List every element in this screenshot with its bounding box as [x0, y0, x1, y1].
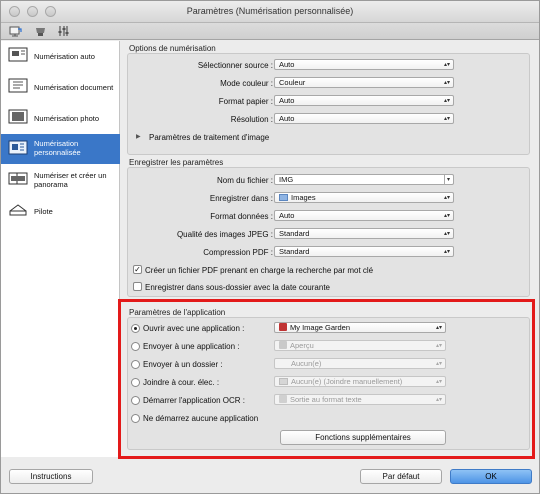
- sidebar-item-driver[interactable]: Pilote: [1, 196, 120, 227]
- select-arrows-icon: ▴▾: [443, 80, 450, 86]
- resolution-value: Auto: [279, 114, 295, 123]
- select-arrows-icon: ▴▾: [443, 249, 450, 255]
- select-arrows-icon: ▴▾: [443, 213, 450, 219]
- select-arrows-icon: ▴▾: [443, 116, 450, 122]
- select-arrows-icon: ▴▾: [443, 62, 450, 68]
- searchable-pdf-label: Créer un fichier PDF prenant en charge l…: [145, 266, 374, 275]
- source-value: Auto: [279, 60, 295, 69]
- sidebar-item-panorama-scan[interactable]: Numériser et créer un panorama: [1, 165, 120, 196]
- date-subfolder-label: Enregistrer dans sous-dossier avec la da…: [145, 283, 330, 292]
- defaults-button[interactable]: Par défaut: [360, 469, 442, 484]
- filename-value: IMG: [279, 175, 294, 184]
- auto-scan-icon: [8, 47, 28, 62]
- select-arrows-icon: ▴▾: [443, 98, 450, 104]
- data-format-label: Format données :: [210, 212, 273, 221]
- custom-scan-icon: [8, 140, 28, 155]
- settings-window: Paramètres (Numérisation personnalisée): [0, 0, 540, 494]
- instructions-button[interactable]: Instructions: [9, 469, 93, 484]
- save-in-value: Images: [291, 193, 316, 202]
- title-bar: Paramètres (Numérisation personnalisée): [1, 1, 539, 23]
- source-select[interactable]: Auto ▴▾: [274, 59, 454, 70]
- sidebar-item-label: Numérisation document: [34, 83, 114, 92]
- toolbar: [1, 23, 539, 40]
- color-mode-label: Mode couleur :: [220, 79, 273, 88]
- image-processing-toggle[interactable]: Paramètres de traitement d'image: [149, 133, 269, 142]
- source-label: Sélectionner source :: [197, 61, 273, 70]
- ok-button[interactable]: OK: [450, 469, 532, 484]
- panorama-scan-icon: [8, 172, 28, 185]
- pdf-compression-select[interactable]: Standard ▴▾: [274, 246, 454, 257]
- disclosure-triangle-icon[interactable]: ▶: [136, 133, 141, 140]
- resolution-select[interactable]: Auto ▴▾: [274, 113, 454, 124]
- scan-from-computer-icon[interactable]: [9, 25, 22, 37]
- sidebar-item-label: Numérisation auto: [34, 52, 95, 61]
- color-mode-value: Couleur: [279, 78, 306, 87]
- color-mode-select[interactable]: Couleur ▴▾: [274, 77, 454, 88]
- select-arrows-icon: ▴▾: [443, 231, 450, 237]
- scan-options-title: Options de numérisation: [129, 44, 216, 53]
- document-scan-icon: [8, 78, 28, 93]
- button-bar: Instructions Par défaut OK: [1, 459, 539, 493]
- data-format-select[interactable]: Auto ▴▾: [274, 210, 454, 221]
- scan-from-panel-icon[interactable]: [34, 25, 47, 37]
- sidebar-item-custom-scan[interactable]: Numérisation personnalisée: [1, 134, 120, 164]
- scan-type-sidebar: Numérisation auto Numérisation document …: [1, 41, 120, 457]
- sidebar-item-label: Pilote: [34, 207, 53, 216]
- select-arrows-icon: ▴▾: [443, 195, 450, 201]
- paper-size-value: Auto: [279, 96, 295, 105]
- filename-label: Nom du fichier :: [216, 176, 273, 185]
- sidebar-item-document-scan[interactable]: Numérisation document: [1, 72, 120, 103]
- sidebar-item-auto-scan[interactable]: Numérisation auto: [1, 41, 120, 72]
- paper-size-label: Format papier :: [218, 97, 273, 106]
- sidebar-item-label: Numériser et créer un panorama: [34, 171, 107, 189]
- chevron-down-icon[interactable]: ▾: [443, 175, 450, 185]
- sidebar-item-label: Numérisation personnalisée: [34, 139, 81, 157]
- resolution-label: Résolution :: [230, 115, 273, 124]
- date-subfolder-checkbox[interactable]: [133, 282, 142, 291]
- save-in-label: Enregistrer dans :: [209, 194, 273, 203]
- folder-icon: [279, 194, 288, 201]
- window-title: Paramètres (Numérisation personnalisée): [186, 6, 354, 16]
- driver-icon: [9, 204, 27, 216]
- save-settings-group: Nom du fichier : IMG ▾ Enregistrer dans …: [127, 167, 530, 297]
- sidebar-item-photo-scan[interactable]: Numérisation photo: [1, 103, 120, 134]
- jpeg-quality-label: Qualité des images JPEG :: [176, 230, 273, 239]
- sidebar-item-label: Numérisation photo: [34, 114, 100, 123]
- data-format-value: Auto: [279, 211, 295, 220]
- filename-combo[interactable]: IMG ▾: [274, 174, 454, 185]
- pdf-compression-label: Compression PDF :: [203, 248, 273, 257]
- general-settings-icon[interactable]: [57, 25, 70, 37]
- highlight-frame: [118, 299, 535, 459]
- scan-options-group: Sélectionner source : Auto ▴▾ Mode coule…: [127, 53, 530, 155]
- pdf-compression-value: Standard: [279, 247, 310, 256]
- save-settings-title: Enregistrer les paramètres: [129, 158, 224, 167]
- paper-size-select[interactable]: Auto ▴▾: [274, 95, 454, 106]
- searchable-pdf-checkbox[interactable]: ✓: [133, 265, 142, 274]
- save-in-select[interactable]: Images ▴▾: [274, 192, 454, 203]
- jpeg-quality-value: Standard: [279, 229, 310, 238]
- photo-scan-icon: [8, 109, 28, 124]
- jpeg-quality-select[interactable]: Standard ▴▾: [274, 228, 454, 239]
